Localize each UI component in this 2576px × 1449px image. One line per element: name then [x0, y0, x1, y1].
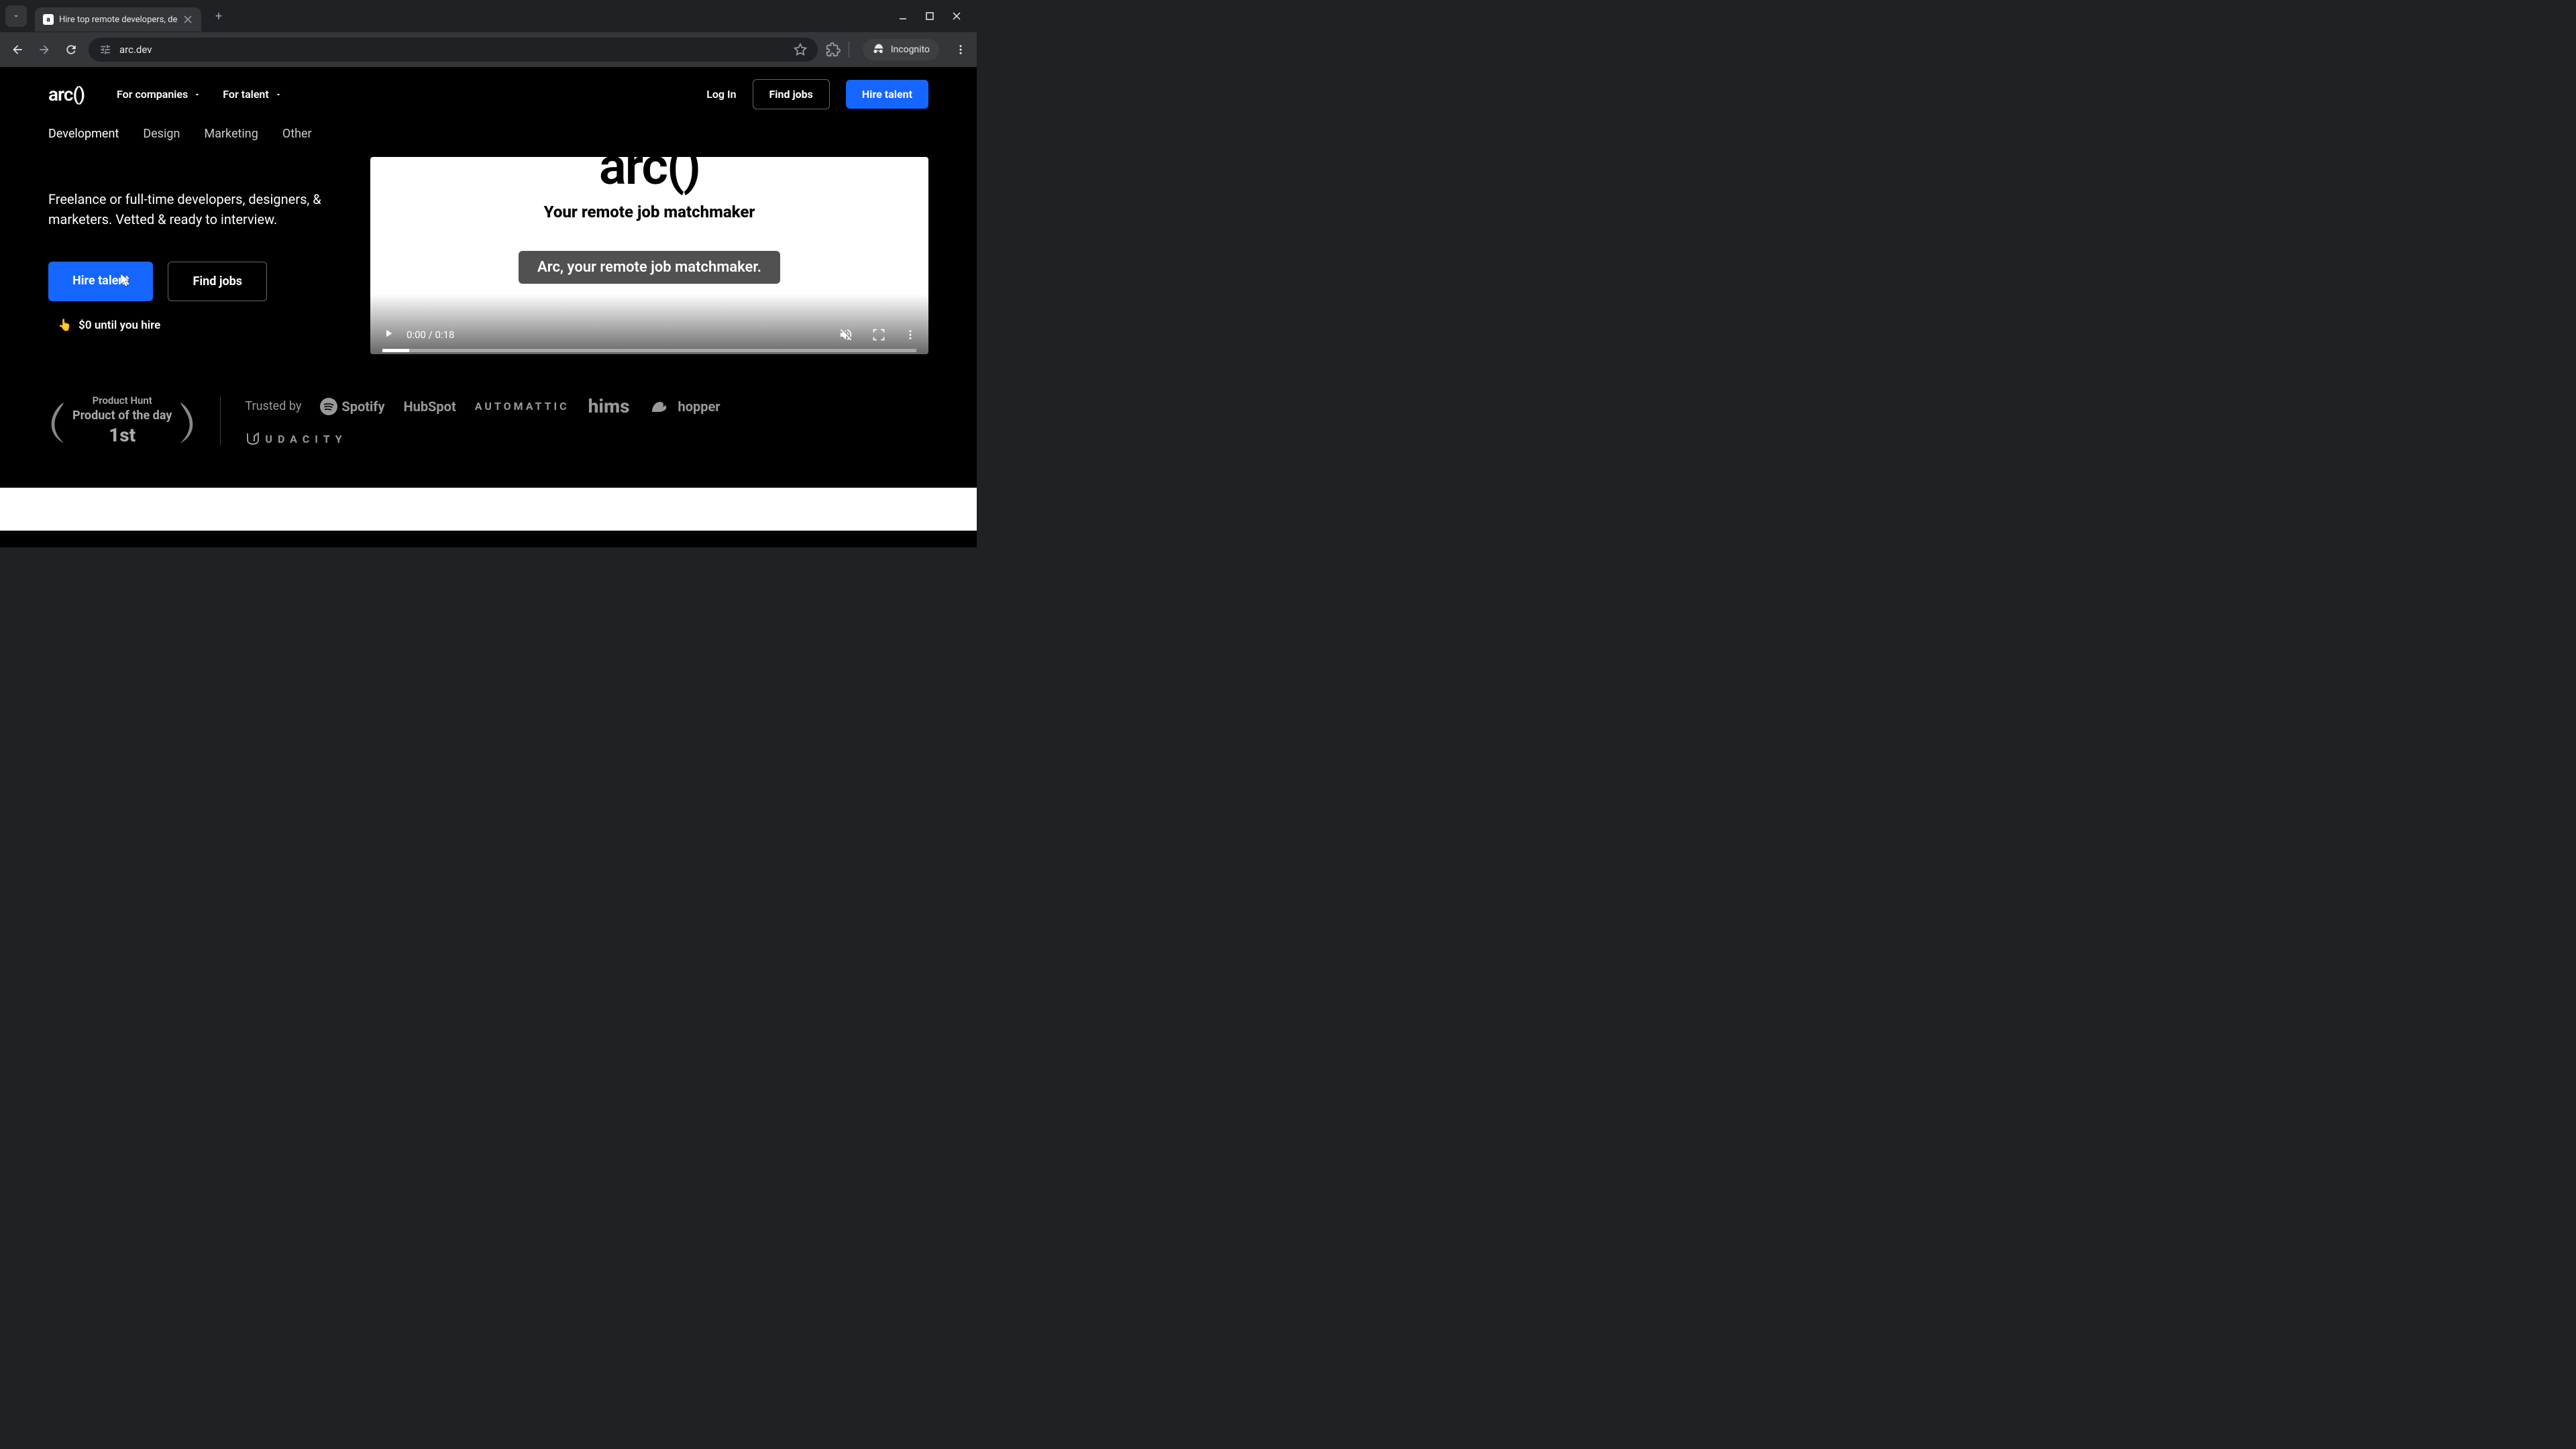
trusted-by-label: Trusted by — [245, 399, 301, 413]
brand-udacity: UDACITY — [245, 431, 347, 447]
tab-title: Hire top remote developers, de — [59, 15, 177, 25]
close-window-button[interactable] — [950, 9, 963, 23]
chevron-down-icon — [274, 91, 282, 99]
tab-search-button[interactable] — [5, 5, 27, 27]
new-tab-button[interactable]: + — [209, 7, 228, 25]
browser-tab[interactable]: a Hire top remote developers, de — [35, 7, 201, 32]
extensions-icon[interactable] — [826, 42, 841, 57]
video-menu-icon[interactable] — [904, 329, 916, 341]
tab-favicon-icon: a — [43, 14, 54, 25]
brand-hubspot: HubSpot — [404, 398, 456, 415]
address-bar[interactable]: arc.dev — [89, 38, 818, 62]
back-button[interactable] — [8, 40, 27, 59]
chevron-down-icon — [193, 91, 201, 99]
forward-button[interactable] — [35, 40, 54, 59]
find-jobs-button[interactable]: Find jobs — [753, 79, 830, 109]
minimize-button[interactable] — [896, 9, 910, 23]
tab-development[interactable]: Development — [48, 127, 119, 141]
reload-button[interactable] — [62, 40, 80, 59]
browser-toolbar: arc.dev Incognito — [0, 32, 977, 67]
nav-for-talent[interactable]: For talent — [223, 88, 282, 101]
hire-talent-button[interactable]: Hire talent — [846, 80, 928, 109]
page-content: arc() For companies For talent Log In Fi… — [0, 67, 977, 547]
spotify-icon — [320, 398, 337, 415]
fullscreen-icon[interactable] — [872, 328, 885, 341]
brand-hims: hims — [588, 395, 630, 417]
udacity-icon — [245, 431, 261, 447]
browser-tab-strip: a Hire top remote developers, de + — [0, 0, 977, 32]
laurel-left-icon — [48, 398, 67, 445]
close-tab-button[interactable] — [182, 14, 193, 25]
product-hunt-badge: Product Hunt Product of the day 1st — [48, 394, 196, 447]
pointing-hand-icon: 👆 — [58, 319, 72, 332]
incognito-icon — [872, 43, 885, 56]
mute-icon[interactable] — [839, 327, 853, 342]
next-section — [0, 488, 977, 531]
video-time: 0:00 / 0:18 — [407, 329, 454, 341]
url-text: arc.dev — [119, 44, 786, 56]
site-settings-icon[interactable] — [99, 44, 111, 56]
tab-design[interactable]: Design — [143, 127, 180, 141]
video-caption: Arc, your remote job matchmaker. — [519, 251, 780, 284]
laurel-right-icon — [177, 398, 196, 445]
brand-automattic: AUTOMATTIC — [475, 400, 570, 413]
bookmark-icon[interactable] — [794, 43, 807, 56]
login-link[interactable]: Log In — [706, 88, 736, 101]
hero-find-jobs-button[interactable]: Find jobs — [168, 262, 267, 301]
incognito-badge[interactable]: Incognito — [863, 39, 939, 60]
brand-spotify: Spotify — [320, 398, 384, 415]
nav-for-companies[interactable]: For companies — [117, 88, 201, 101]
hopper-icon — [649, 398, 674, 415]
tab-other[interactable]: Other — [282, 127, 312, 141]
arc-logo[interactable]: arc() — [48, 83, 85, 105]
site-header: arc() For companies For talent Log In Fi… — [0, 67, 977, 121]
maximize-button[interactable] — [923, 9, 936, 23]
hero-hire-talent-button[interactable]: Hire talent — [48, 262, 153, 301]
tab-marketing[interactable]: Marketing — [204, 127, 258, 141]
category-tabs: Development Design Marketing Other — [0, 121, 977, 157]
incognito-label: Incognito — [891, 44, 930, 55]
trust-section: Product Hunt Product of the day 1st Trus… — [0, 381, 977, 488]
video-progress[interactable] — [382, 349, 916, 352]
price-note: 👆 $0 until you hire — [48, 319, 330, 332]
video-tagline: Your remote job matchmaker — [544, 203, 755, 221]
hero-video[interactable]: arc() Your remote job matchmaker Arc, yo… — [370, 157, 928, 354]
browser-menu-button[interactable] — [953, 42, 969, 58]
cursor-icon — [121, 274, 131, 290]
video-logo: arc() — [599, 157, 700, 189]
play-button[interactable] — [382, 327, 394, 342]
hero-subtitle: Freelance or full-time developers, desig… — [48, 189, 330, 229]
brand-hopper: hopper — [649, 398, 720, 415]
